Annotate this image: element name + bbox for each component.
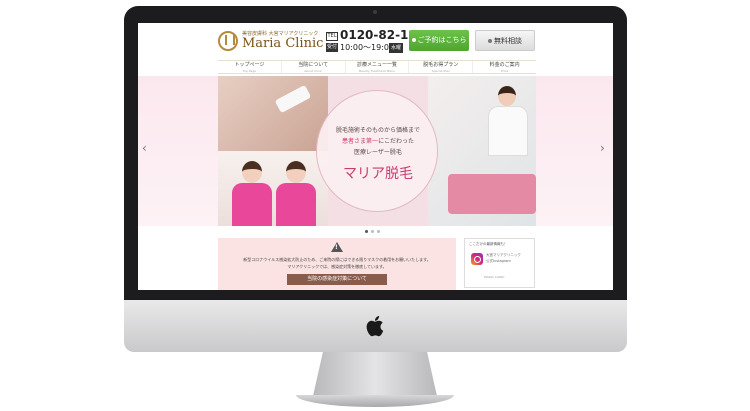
slider-dot[interactable]: [377, 230, 380, 233]
hours-badge: 受付: [326, 43, 338, 52]
doctor-figure: [488, 86, 528, 156]
monitor-bezel: 美容皮膚科 大宮マリアクリニック Maria Clinic TEL 0120-8…: [124, 6, 627, 314]
infection-measures-button[interactable]: 当院の感染症対策について: [287, 274, 387, 285]
global-nav: トップページ Top Page 当院について About Clinic 診療メニュー…: [218, 60, 536, 74]
logo-title[interactable]: Maria Clinic: [242, 36, 323, 51]
slider-dot[interactable]: [365, 230, 368, 233]
hero-copy-circle: 脱毛施術そのものから価格まで 患者さま第一にこだわった 医療レーザー脱毛 マリア…: [316, 90, 438, 212]
nav-item-top[interactable]: トップページ Top Page: [218, 61, 281, 73]
hero-copy-line2: 患者さま第一にこだわった: [317, 136, 439, 145]
holiday-badge: 水曜: [389, 43, 403, 53]
notice-text-line2: マリアクリニックでは、感染症対策を徹底しています。: [287, 264, 387, 269]
nurse-figure: [232, 161, 272, 226]
instagram-banner[interactable]: ここだけの最新情報も！ 大宮マリアクリニック 公式Instagram MARIA…: [464, 238, 535, 288]
nav-label: 当院について: [298, 62, 329, 68]
nav-sublabel: Top Page: [242, 69, 257, 73]
camera-icon: [373, 10, 377, 14]
business-hours: 10:00〜19:00: [340, 43, 395, 52]
consult-button[interactable]: 無料相談: [475, 30, 535, 51]
monitor-chin: [124, 300, 627, 352]
apple-logo-icon: [366, 316, 384, 337]
hero-main-title: マリア脱毛: [343, 166, 413, 182]
hero-slider[interactable]: 脱毛施術そのものから価格まで 患者さま第一にこだわった 医療レーザー脱毛 マリア…: [218, 76, 536, 226]
site-header: 美容皮膚科 大宮マリアクリニック Maria Clinic TEL 0120-8…: [138, 23, 613, 59]
notice-text-line1: 新型コロナウイルス感染拡大防止のため、ご来院の際にはできる限りマスクの着用をお願…: [243, 257, 431, 262]
nav-item-plan[interactable]: 脱毛お得プラン Special Plan: [408, 61, 472, 73]
slider-pagination: [365, 230, 380, 233]
staff-photo: [218, 151, 328, 226]
desktop-mockup: 美容皮膚科 大宮マリアクリニック Maria Clinic TEL 0120-8…: [0, 0, 750, 411]
nav-sublabel: Special Plan: [431, 69, 450, 73]
nav-sublabel: Beauty Treatment Menu: [358, 69, 395, 73]
instagram-icon: [471, 253, 483, 265]
warning-mark: !: [335, 244, 338, 251]
hero-copy-line2-rest: にこだわった: [378, 138, 414, 145]
reserve-label: ご予約はこちら: [417, 36, 467, 44]
banner-heading: ここだけの最新情報も！: [469, 242, 508, 246]
nav-label: 料金のご案内: [489, 62, 520, 68]
monitor-base: [296, 395, 454, 407]
nav-label: 診療メニュー一覧: [356, 62, 397, 68]
hero-copy-line3: 医療レーザー脱毛: [354, 149, 402, 156]
treatment-bed: [448, 174, 536, 214]
banner-footer: MARIA CLINIC: [484, 275, 505, 279]
monitor-stand: [313, 352, 437, 396]
nav-sublabel: About Clinic: [304, 69, 323, 73]
bullet-icon: [411, 38, 416, 42]
slider-dot[interactable]: [371, 230, 374, 233]
bullet-icon: [488, 39, 492, 43]
slider-next-icon[interactable]: ›: [600, 141, 605, 155]
nurse-figure: [276, 161, 316, 226]
nav-item-menu[interactable]: 診療メニュー一覧 Beauty Treatment Menu: [344, 61, 409, 73]
nav-item-about[interactable]: 当院について About Clinic: [280, 61, 345, 73]
hero-copy-emphasis: 患者さま第一: [342, 138, 379, 145]
reserve-button[interactable]: ご予約はこちら: [409, 30, 469, 51]
covid-notice: ! 新型コロナウイルス感染拡大防止のため、ご来院の際にはできる限りマスクの着用を…: [218, 238, 456, 290]
clinic-logo-icon[interactable]: [218, 31, 238, 51]
nav-label: トップページ: [234, 62, 265, 68]
doctor-photo: [428, 76, 536, 226]
banner-title-line1: 大宮マリアクリニック: [486, 253, 521, 257]
hero-copy-line1: 脱毛施術そのものから価格まで: [335, 127, 420, 134]
banner-title-line2: 公式Instagram: [486, 259, 511, 263]
consult-label: 無料相談: [494, 37, 522, 45]
nav-item-price[interactable]: 料金のご案内 Price: [472, 61, 536, 73]
slider-prev-icon[interactable]: ‹: [142, 141, 147, 155]
nav-label: 脱毛お得プラン: [423, 62, 459, 68]
laser-treatment-photo: [218, 76, 328, 151]
nav-sublabel: Price: [500, 69, 509, 73]
tel-badge: TEL: [326, 32, 338, 41]
browser-screen: 美容皮膚科 大宮マリアクリニック Maria Clinic TEL 0120-8…: [138, 23, 613, 290]
